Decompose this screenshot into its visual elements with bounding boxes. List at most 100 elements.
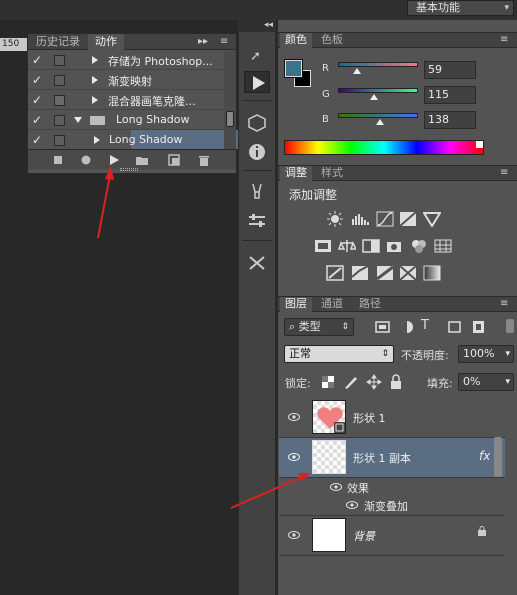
curves-icon[interactable] [376, 211, 394, 227]
expand-triangle-icon[interactable] [92, 76, 98, 84]
tab-layers[interactable]: 图层 [280, 297, 312, 312]
opacity-field[interactable]: 100% ▾ [458, 345, 514, 363]
info-icon[interactable] [244, 141, 270, 163]
eye-icon[interactable] [288, 413, 300, 421]
fx-badge[interactable]: fx [479, 449, 490, 463]
new-action-icon[interactable] [166, 153, 182, 167]
chevron-down-icon[interactable]: ▾ [505, 346, 510, 362]
dialog-toggle-box[interactable] [54, 135, 65, 146]
slider-knob[interactable] [376, 119, 384, 125]
blue-value-field[interactable]: 138 [424, 111, 476, 129]
black-white-icon[interactable] [362, 238, 380, 254]
panel-menu-icon[interactable]: ≡ [220, 36, 228, 47]
tab-color[interactable]: 颜色 [280, 33, 312, 48]
dialog-toggle-box[interactable] [54, 75, 65, 86]
selective-color-icon[interactable] [399, 265, 417, 281]
gradient-map-icon[interactable] [423, 265, 441, 281]
brush-settings-icon[interactable] [244, 210, 270, 232]
panel-menu-icon[interactable]: ≡ [500, 167, 508, 178]
channel-mixer-icon[interactable] [410, 238, 428, 254]
slider-knob[interactable] [370, 94, 378, 100]
collapse-icon[interactable]: ▸▸ [198, 36, 208, 47]
dialog-toggle-box[interactable] [54, 115, 65, 126]
tab-history[interactable]: 历史记录 [30, 34, 86, 50]
layer-row-background[interactable]: 背景 [279, 516, 505, 556]
brightness-contrast-icon[interactable] [326, 211, 344, 227]
expand-triangle-icon[interactable] [92, 96, 98, 104]
expand-triangle-icon[interactable] [92, 56, 98, 64]
tool-presets-icon[interactable] [244, 252, 270, 274]
lock-position-icon[interactable] [366, 374, 384, 390]
blend-mode-select[interactable]: 正常 ⇕ [284, 345, 394, 363]
eye-icon[interactable] [288, 453, 300, 461]
tab-swatches[interactable]: 色板 [316, 33, 348, 48]
layer-name[interactable]: 形状 1 副本 [353, 450, 411, 466]
slider-knob[interactable] [353, 68, 361, 74]
record-icon[interactable] [78, 153, 94, 167]
white-swatch[interactable] [476, 141, 483, 148]
collapse-triangle-icon[interactable] [74, 117, 82, 123]
lock-all-icon[interactable] [389, 374, 407, 390]
invert-icon[interactable] [326, 265, 344, 281]
panel-menu-icon[interactable]: ≡ [500, 298, 508, 309]
hue-saturation-icon[interactable] [314, 238, 332, 254]
check-icon[interactable]: ✓ [32, 113, 46, 127]
eye-icon[interactable] [346, 501, 358, 509]
filter-shape-icon[interactable] [446, 319, 464, 335]
workspace-switcher[interactable]: 基本功能 ▾ [407, 0, 514, 16]
eye-icon[interactable] [288, 531, 300, 539]
action-row-save[interactable]: ✓ 存储为 Photoshop... [28, 50, 225, 70]
layers-scrollbar-thumb[interactable] [494, 437, 502, 477]
check-icon[interactable]: ✓ [32, 53, 46, 67]
vibrance-icon[interactable] [423, 211, 441, 227]
layer-row-shape-1[interactable]: 形状 1 [279, 398, 505, 438]
color-lookup-icon[interactable] [434, 238, 452, 254]
lock-transparent-pixels-icon[interactable] [321, 375, 339, 391]
history-brush-icon[interactable]: ➚ [244, 44, 270, 66]
exposure-icon[interactable] [399, 211, 417, 227]
check-icon[interactable]: ✓ [32, 73, 46, 87]
tab-adjustments[interactable]: 调整 [280, 166, 312, 181]
trash-icon[interactable] [196, 153, 212, 167]
color-spectrum-bar[interactable] [284, 140, 484, 155]
expand-triangle-icon[interactable] [94, 136, 100, 144]
check-icon[interactable]: ✓ [32, 93, 46, 107]
actions-scrollbar[interactable] [224, 51, 236, 161]
brush-presets-icon[interactable] [244, 180, 270, 202]
layer-effects-group[interactable]: 效果 渐变叠加 [279, 478, 505, 516]
scroll-thumb[interactable] [226, 111, 234, 127]
green-value-field[interactable]: 115 [424, 86, 476, 104]
filter-pixel-icon[interactable] [374, 319, 392, 335]
dialog-toggle-box[interactable] [54, 95, 65, 106]
filter-smart-object-icon[interactable] [470, 319, 488, 335]
action-row-gradient-map[interactable]: ✓ 渐变映射 [28, 70, 225, 90]
tab-channels[interactable]: 通道 [316, 297, 348, 312]
red-value-field[interactable]: 59 [424, 61, 476, 79]
photo-filter-icon[interactable] [386, 238, 404, 254]
green-slider[interactable] [338, 88, 418, 93]
action-row-long-shadow[interactable]: ✓ Long Shadow [28, 130, 249, 150]
3d-cube-icon[interactable] [244, 112, 270, 134]
fill-field[interactable]: 0% ▾ [458, 373, 514, 391]
filter-adjustment-icon[interactable] [398, 319, 416, 335]
layer-filter-select[interactable]: ⌕ 类型 ⇕ [284, 318, 354, 336]
threshold-icon[interactable] [376, 265, 394, 281]
filter-toggle-icon[interactable] [505, 318, 515, 334]
posterize-icon[interactable] [351, 265, 369, 281]
action-row-mixer-brush[interactable]: ✓ 混合器画笔克隆... [28, 90, 225, 110]
blue-slider[interactable] [338, 113, 418, 118]
play-icon[interactable] [106, 153, 122, 167]
layer-name[interactable]: 形状 1 [353, 410, 386, 426]
check-icon[interactable]: ✓ [32, 133, 46, 147]
dialog-toggle-box[interactable] [54, 55, 65, 66]
panel-resize-grip[interactable] [120, 168, 138, 171]
gradient-overlay-label[interactable]: 渐变叠加 [364, 498, 408, 514]
actions-play-icon[interactable] [244, 71, 270, 93]
new-set-icon[interactable] [134, 153, 150, 167]
layer-name[interactable]: 背景 [353, 528, 375, 544]
dock-collapse-icon[interactable]: ◂◂ [238, 20, 276, 32]
panel-menu-icon[interactable]: ≡ [500, 34, 508, 45]
stop-icon[interactable] [50, 153, 66, 167]
lock-image-pixels-icon[interactable] [343, 374, 361, 390]
tab-paths[interactable]: 路径 [354, 297, 386, 312]
